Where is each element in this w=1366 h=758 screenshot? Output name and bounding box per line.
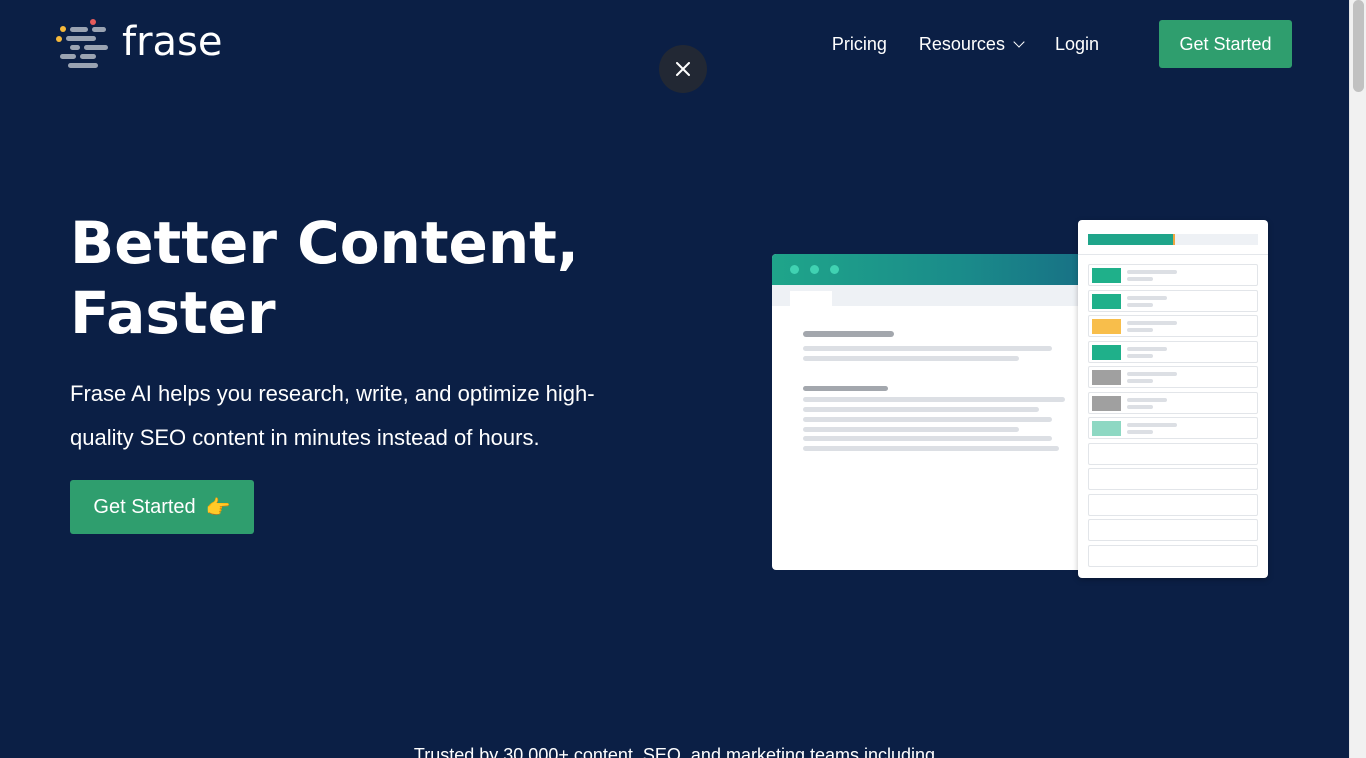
keyword-row <box>1088 468 1258 490</box>
keyword-row <box>1088 290 1258 312</box>
frase-logo-icon <box>56 19 108 69</box>
keyword-line <box>1127 328 1153 332</box>
keyword-row <box>1088 315 1258 337</box>
keyword-line <box>1127 354 1153 358</box>
editor-tabs <box>772 285 1092 306</box>
trusted-by-text: Trusted by 30,000+ content, SEO, and mar… <box>413 745 936 758</box>
keyword-row <box>1088 494 1258 516</box>
window-dot-icon <box>790 265 799 274</box>
hero-cta-label: Get Started <box>93 495 196 518</box>
keyword-row <box>1088 341 1258 363</box>
hero-subtitle: Frase AI helps you research, write, and … <box>70 381 595 450</box>
keyword-row <box>1088 417 1258 439</box>
text-placeholder-line <box>803 346 1052 351</box>
main-nav: Pricing Resources Login Get Started <box>832 20 1292 68</box>
text-placeholder-line <box>803 356 1019 361</box>
keyword-row <box>1088 392 1258 414</box>
close-icon <box>676 62 690 76</box>
scrollbar-thumb[interactable] <box>1353 0 1364 92</box>
keyword-line <box>1127 430 1153 434</box>
keyword-row <box>1088 545 1258 567</box>
pointing-hand-icon: 👉 <box>205 496 231 519</box>
hero-get-started-button[interactable]: Get Started 👉 <box>70 480 254 534</box>
logo[interactable]: frase <box>56 19 223 69</box>
keyword-swatch <box>1092 421 1121 436</box>
panel-divider <box>1078 254 1268 255</box>
keyword-line <box>1127 379 1153 383</box>
score-bar-marker <box>1173 234 1175 245</box>
text-placeholder-line <box>803 436 1052 441</box>
text-placeholder-line <box>803 446 1059 451</box>
nav-resources-label: Resources <box>918 33 1005 54</box>
editor-titlebar <box>772 254 1092 285</box>
keyword-line <box>1127 321 1177 325</box>
editor-tab <box>790 291 832 306</box>
text-placeholder-line <box>803 397 1065 402</box>
nav-get-started-button[interactable]: Get Started <box>1159 20 1292 68</box>
close-button[interactable] <box>659 45 707 93</box>
keyword-line <box>1127 347 1167 351</box>
keyword-row <box>1088 264 1258 286</box>
chevron-down-icon <box>1013 36 1025 48</box>
keyword-swatch <box>1092 345 1121 360</box>
keyword-line <box>1127 405 1153 409</box>
nav-resources[interactable]: Resources <box>918 33 1025 55</box>
window-dot-icon <box>810 265 819 274</box>
keyword-swatch <box>1092 396 1121 411</box>
keyword-row <box>1088 366 1258 388</box>
keyword-swatch <box>1092 294 1121 309</box>
text-placeholder-line <box>803 331 894 337</box>
score-bar <box>1088 234 1258 245</box>
text-placeholder-line <box>803 427 1019 432</box>
keyword-line <box>1127 303 1153 307</box>
page-scrollbar[interactable] <box>1349 0 1366 758</box>
keyword-swatch <box>1092 268 1121 283</box>
keyword-row <box>1088 519 1258 541</box>
keyword-line <box>1127 423 1177 427</box>
keyword-swatch <box>1092 370 1121 385</box>
keyword-row <box>1088 443 1258 465</box>
logo-wordmark: frase <box>122 19 223 65</box>
optimization-panel-illustration <box>1078 220 1268 578</box>
keyword-line <box>1127 296 1167 300</box>
text-placeholder-line <box>803 407 1039 412</box>
keyword-line <box>1127 372 1177 376</box>
hero-title: Better Content, Faster <box>70 208 630 348</box>
hero-title-line2: Faster <box>70 279 276 347</box>
keyword-line <box>1127 270 1177 274</box>
text-placeholder-line <box>803 417 1052 422</box>
keyword-swatch <box>1092 319 1121 334</box>
nav-login[interactable]: Login <box>1055 34 1099 55</box>
hero-title-line1: Better Content, <box>70 209 579 277</box>
editor-illustration <box>772 254 1092 570</box>
window-dot-icon <box>830 265 839 274</box>
score-bar-fill <box>1088 234 1173 245</box>
text-placeholder-line <box>803 386 888 391</box>
nav-pricing[interactable]: Pricing <box>832 34 887 55</box>
keyword-line <box>1127 398 1167 402</box>
keyword-line <box>1127 277 1153 281</box>
page: frase Pricing Resources Login Get Starte… <box>0 0 1366 758</box>
